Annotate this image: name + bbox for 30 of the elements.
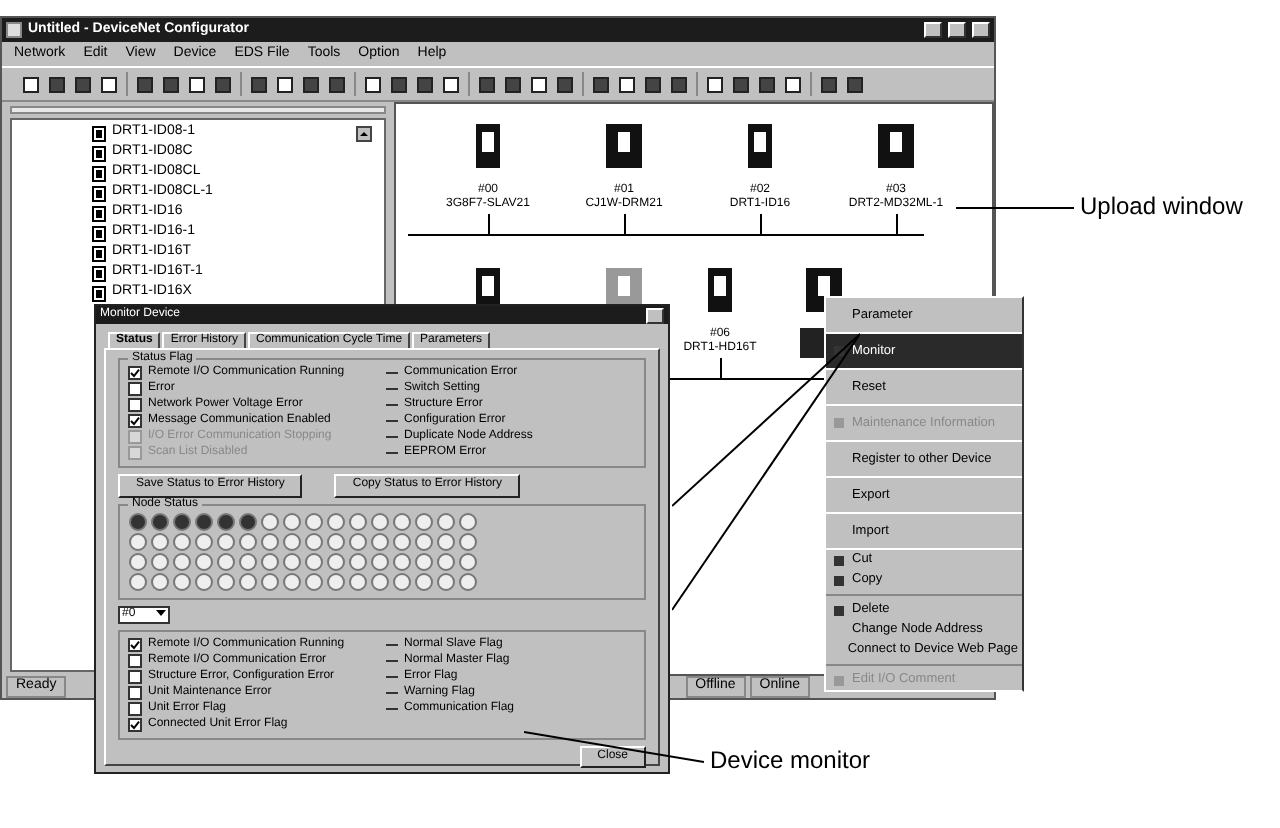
checkbox[interactable] — [128, 653, 142, 668]
device-icon — [708, 268, 732, 312]
checkbox[interactable] — [128, 717, 142, 732]
leader-line — [956, 206, 1074, 210]
close-button[interactable] — [972, 22, 990, 38]
checkbox[interactable] — [128, 637, 142, 652]
menu-icon — [832, 416, 846, 430]
splitter-bar[interactable] — [10, 106, 386, 114]
scroll-up-button[interactable] — [356, 126, 372, 142]
device-icon — [748, 124, 772, 168]
menu-icon — [832, 344, 846, 358]
device-icon — [476, 124, 500, 168]
callout-label: Device monitor — [710, 746, 871, 775]
close-button[interactable] — [646, 307, 664, 323]
maximize-button[interactable] — [948, 22, 966, 38]
checkbox[interactable] — [128, 414, 142, 429]
minimize-button[interactable] — [924, 22, 942, 38]
checkbox[interactable] — [128, 685, 142, 700]
menu-icon — [832, 603, 846, 617]
device-icon — [878, 124, 914, 168]
checkbox[interactable] — [128, 366, 142, 381]
checkbox[interactable] — [128, 398, 142, 413]
checkbox[interactable] — [128, 382, 142, 397]
device-icon — [606, 124, 642, 168]
menu-icon — [832, 673, 846, 687]
callout-label: Upload window — [1080, 192, 1243, 221]
checkbox[interactable] — [128, 669, 142, 684]
caret-icon — [156, 607, 166, 618]
checkbox[interactable] — [128, 701, 142, 716]
app-icon — [6, 22, 22, 38]
